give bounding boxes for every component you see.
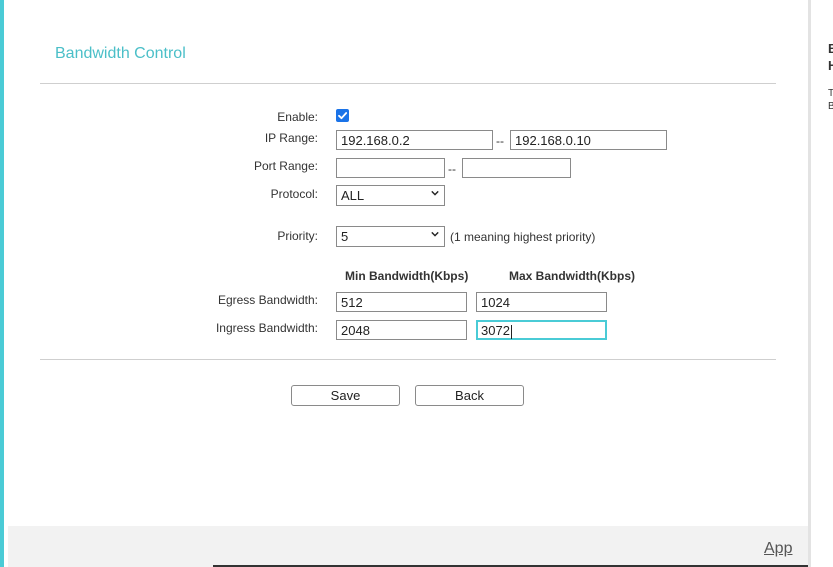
footer-app-link[interactable]: App (764, 540, 792, 558)
port-range-label: Port Range: (253, 159, 318, 173)
checkmark-icon (338, 112, 348, 120)
ip-range-label: IP Range: (264, 131, 318, 145)
ingress-min-input[interactable]: 2048 (336, 320, 467, 340)
priority-select-value: 5 (341, 229, 349, 244)
max-bandwidth-header: Max Bandwidth(Kbps) (509, 269, 635, 283)
port-range-start-input[interactable] (336, 158, 445, 178)
priority-hint: (1 meaning highest priority) (450, 230, 596, 244)
ip-range-end-input[interactable]: 192.168.0.10 (510, 130, 667, 150)
ingress-max-input[interactable]: 3072 (476, 320, 607, 340)
protocol-select-value: ALL (341, 188, 365, 203)
egress-bandwidth-label: Egress Bandwidth: (217, 293, 318, 307)
text-cursor (510, 324, 512, 339)
port-range-separator: -- (448, 162, 456, 176)
help-text-1: T (828, 88, 833, 99)
enable-checkbox[interactable] (336, 109, 349, 122)
save-button[interactable]: Save (291, 385, 400, 406)
enable-label: Enable: (277, 110, 318, 124)
help-text-2: B (828, 101, 833, 112)
port-range-end-input[interactable] (462, 158, 571, 178)
egress-max-input[interactable]: 1024 (476, 292, 607, 312)
top-divider (40, 83, 776, 84)
page-title: Bandwidth Control (55, 45, 186, 62)
bottom-divider (40, 359, 776, 360)
footer-bar (8, 526, 808, 567)
chevron-down-icon (431, 231, 439, 237)
left-accent-bar (0, 0, 4, 567)
min-bandwidth-header: Min Bandwidth(Kbps) (345, 269, 469, 283)
ip-range-separator: -- (496, 134, 504, 148)
ingress-bandwidth-label: Ingress Bandwidth: (215, 321, 318, 335)
back-button[interactable]: Back (415, 385, 524, 406)
help-heading-2: H (828, 58, 833, 73)
priority-label: Priority: (277, 229, 318, 243)
protocol-select[interactable]: ALL (336, 185, 445, 206)
priority-select[interactable]: 5 (336, 226, 445, 247)
right-help-panel: B H T B (811, 0, 833, 567)
ip-range-start-input[interactable]: 192.168.0.2 (336, 130, 493, 150)
ingress-max-value: 3072 (481, 323, 510, 338)
chevron-down-icon (431, 190, 439, 196)
egress-min-input[interactable]: 512 (336, 292, 467, 312)
help-heading-1: B (828, 41, 833, 56)
protocol-label: Protocol: (270, 187, 318, 201)
